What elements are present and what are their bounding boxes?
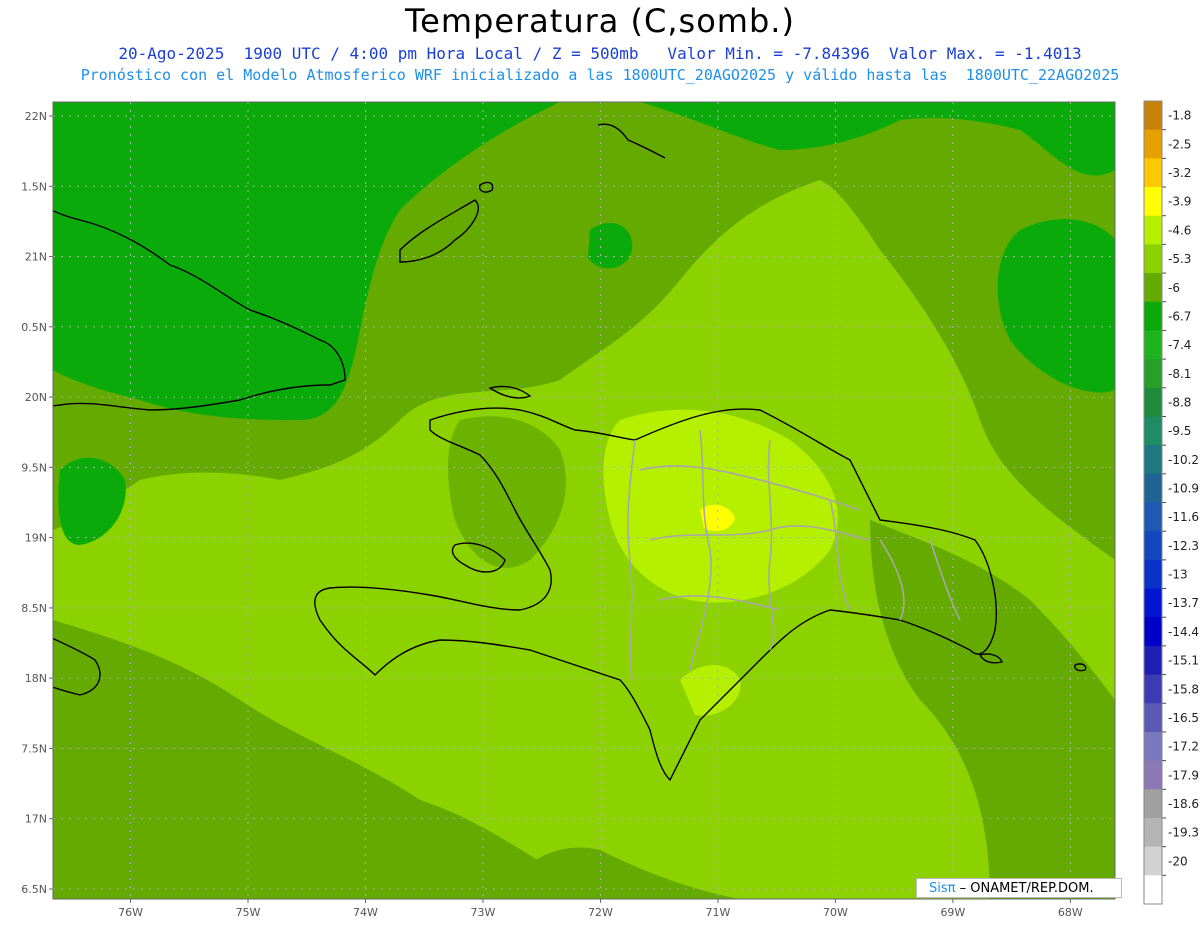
colorbar-swatch [1144,760,1162,790]
colorbar-label: -8.1 [1168,367,1191,381]
lon-tick-label: 75W [236,906,261,919]
colorbar-swatch [1144,703,1162,733]
colorbar-swatch [1144,875,1162,905]
lat-tick-label: 21N [25,251,47,264]
lat-tick-label: 18N [25,672,47,685]
lat-tick-label: 20N [25,391,47,404]
colorbar-label: -17.9 [1168,768,1199,782]
lat-tick-label: 0.5N [21,321,47,334]
colorbar-label: -10.2 [1168,453,1199,467]
colorbar-swatch [1144,273,1162,303]
lon-tick-label: 73W [471,906,496,919]
colorbar-swatch [1144,817,1162,848]
longitude-axis: 76W 75W 74W 73W 72W 71W 70W 69W 68W [118,899,1083,919]
lon-tick-label: 71W [705,906,730,919]
colorbar-swatch [1144,645,1162,676]
colorbar-label: -3.9 [1168,195,1191,209]
colorbar-swatch [1144,215,1162,245]
colorbar-swatch [1144,244,1162,274]
colorbar-swatch [1144,359,1162,389]
colorbar-label: -19.3 [1168,826,1199,840]
colorbar-swatch [1144,445,1162,475]
colorbar-label: -9.5 [1168,424,1191,438]
colorbar-label: -11.6 [1168,510,1199,524]
colorbar-swatch [1144,129,1162,159]
lat-tick-label: 8.5N [21,602,47,615]
colorbar-label: -8.8 [1168,395,1191,409]
colorbar-swatch [1144,731,1162,762]
colorbar-swatch [1144,846,1162,876]
colorbar-swatch [1144,502,1162,532]
colorbar-swatch [1144,387,1162,417]
lon-tick-label: 68W [1058,906,1083,919]
lon-tick-label: 74W [353,906,378,919]
lat-tick-label: 9.5N [21,461,47,474]
colorbar-label: -6.7 [1168,309,1191,323]
colorbar-label: -4.6 [1168,223,1191,237]
lon-tick-label: 69W [940,906,965,919]
lon-tick-label: 76W [118,906,143,919]
lat-tick-label: 6.5N [21,883,47,896]
credit-text: – ONAMET/REP.DOM. [955,881,1094,896]
colorbar-label: -18.6 [1168,797,1199,811]
colorbar-swatch [1144,416,1162,446]
temperature-map: 22N 1.5N 21N 0.5N 20N 9.5N 19N 8.5N 18N 7.5N 17N 6.… [21,100,1199,919]
lon-tick-label: 70W [823,906,848,919]
colorbar-swatch [1144,101,1162,131]
colorbar-label: -5.3 [1168,252,1191,266]
lat-tick-label: 17N [25,813,47,826]
lat-tick-label: 22N [25,110,47,123]
colorbar-label: -15.8 [1168,682,1199,696]
colorbar-swatch [1144,789,1162,819]
colorbar-label: -1.8 [1168,109,1191,123]
colorbar-swatch [1144,473,1162,503]
colorbar-label: -20 [1168,854,1188,868]
colorbar-label: -17.2 [1168,740,1199,754]
colorbar-label: -13 [1168,568,1188,582]
lat-tick-label: 7.5N [21,742,47,755]
lat-tick-label: 1.5N [21,180,47,193]
colorbar-label: -12.3 [1168,539,1199,553]
colorbar-swatch [1144,674,1162,704]
latitude-axis: 22N 1.5N 21N 0.5N 20N 9.5N 19N 8.5N 18N 7.5N 17N 6.… [21,110,53,896]
colorbar-label: -3.2 [1168,166,1191,180]
colorbar-swatch [1144,617,1162,647]
colorbar-label: -7.4 [1168,338,1191,352]
lat-tick-label: 19N [25,532,47,545]
colorbar-swatch [1144,531,1162,561]
colorbar-label: -2.5 [1168,137,1191,151]
colorbar-label: -6 [1168,281,1180,295]
colorbar-swatch [1144,301,1162,331]
colorbar-swatch [1144,158,1162,188]
colorbar-label: -16.5 [1168,711,1199,725]
colorbar-label: -15.1 [1168,654,1199,668]
colorbar-swatch [1144,559,1162,590]
colorbar-swatch [1144,588,1162,618]
credit-badge: Sisπ – ONAMET/REP.DOM. [916,878,1122,898]
lon-tick-label: 72W [588,906,613,919]
colorbar-label: -10.9 [1168,482,1199,496]
sispi-logo-text: Sisπ [929,881,956,896]
colorbar-swatch [1144,187,1162,217]
colorbar-swatch [1144,330,1162,360]
colorbar-label: -13.7 [1168,596,1199,610]
colorbar-label: -14.4 [1168,625,1199,639]
colorbar: -1.8 -2.5 -3.2 -3.9 -4.6 -5.3 -6 -6.7 -7.4 -8.1 -8… [1143,100,1199,905]
field-blob-4 [588,222,633,269]
